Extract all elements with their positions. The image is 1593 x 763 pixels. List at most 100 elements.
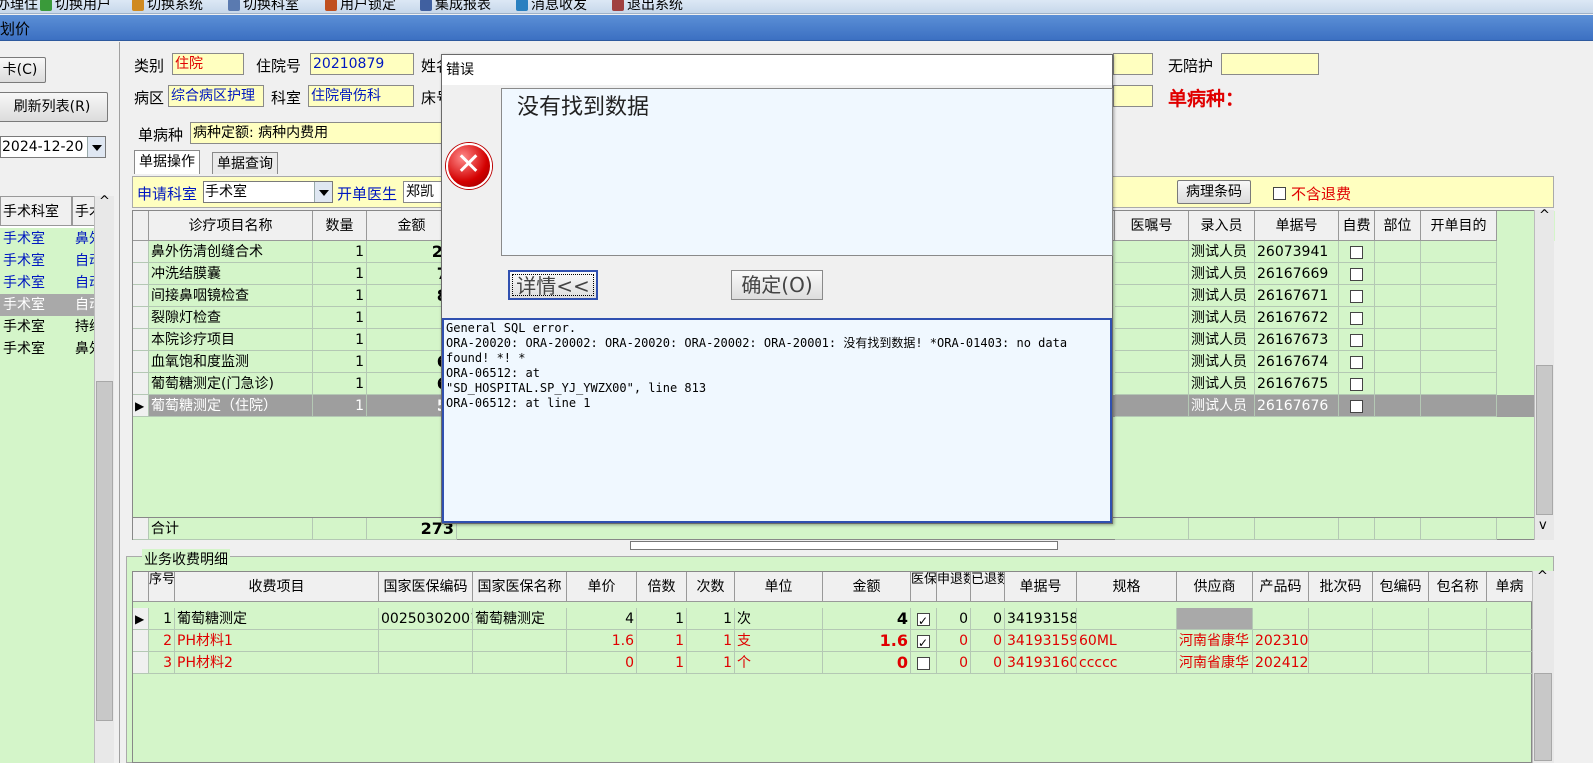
no-escort-field[interactable] [1221,53,1319,75]
type-field[interactable]: 住院 [172,53,244,75]
apply-dept-select[interactable]: 手术室 [203,181,333,203]
col-multiplier[interactable]: 倍数 [637,572,687,602]
col-supplier[interactable]: 供应商 [1177,572,1253,602]
col-refunded[interactable]: 已退数 [971,572,1005,602]
menu-item-lock[interactable]: 用户锁定 [325,0,396,13]
chevron-down-icon[interactable] [87,137,105,157]
list-item[interactable]: 手术室鼻外 [0,338,100,360]
col-entry-clerk[interactable]: 录入员 [1189,211,1255,241]
col-purpose[interactable]: 开单目的 [1421,211,1497,241]
col-refund-requested[interactable]: 申退数 [937,572,971,602]
menu-item-exit[interactable]: 退出系统 [612,0,683,13]
card-button[interactable]: 卡(C) [0,57,46,83]
list-item[interactable]: 手术室鼻外 [0,228,100,250]
left-list-header-dept[interactable]: 手术科室 [0,196,72,226]
upper-grid-scrollbar[interactable] [1534,208,1555,540]
col-nhsa-code[interactable]: 国家医保编码 [379,572,473,602]
self-pay-checkbox[interactable] [1350,311,1363,325]
error-dialog: 错误 没有找到数据 详情<< 确定(O) General SQL error. … [441,54,1113,524]
hidden-field-b[interactable] [1113,85,1153,107]
left-list-scrollbar[interactable] [94,194,115,763]
error-icon [446,143,492,189]
col-unit[interactable]: 单位 [735,572,823,602]
self-pay-checkbox[interactable] [1350,399,1363,413]
exit-icon [612,0,624,11]
col-qty[interactable]: 数量 [313,211,367,241]
col-fee-doc-no[interactable]: 单据号 [1005,572,1077,602]
insured-checkbox[interactable] [917,656,930,670]
col-fee-item[interactable]: 收费项目 [175,572,379,602]
menu-item-switch-user[interactable]: 切换用户 [40,0,111,13]
insured-checkbox[interactable] [917,610,930,629]
left-list: 手术科室 手术 手术室鼻外 手术室自动 手术室自动 手术室自动 手术室持续 手术… [0,196,100,763]
window-title: 划价 [0,20,31,38]
scroll-up-icon[interactable] [95,194,115,214]
col-seq[interactable]: 序号 [149,572,175,602]
col-fee-amount[interactable]: 金额 [823,572,911,602]
table-row[interactable]: 3 PH材料2 0 1 1 个 0 0 0 34193160 ccccc 河南省… [133,652,1533,674]
col-spec[interactable]: 规格 [1077,572,1177,602]
splitter-handle[interactable] [630,541,1058,550]
col-item-name[interactable]: 诊疗项目名称 [149,211,313,241]
doctor-field[interactable]: 郑凯 [403,181,443,203]
tab-document-query[interactable]: 单据查询 [212,152,278,174]
list-item[interactable]: 手术室持续 [0,316,100,338]
col-unit-price[interactable]: 单价 [567,572,637,602]
details-button[interactable]: 详情<< [508,270,598,300]
list-item[interactable]: 手术室自动 [0,294,100,316]
error-message: 没有找到数据 [501,88,1113,256]
menu-item-switch-system[interactable]: 切换系统 [132,0,203,13]
menu-item-switch-dept[interactable]: 切换科室 [228,0,299,13]
col-times[interactable]: 次数 [687,572,735,602]
self-pay-checkbox[interactable] [1350,355,1363,369]
col-body-part[interactable]: 部位 [1375,211,1421,241]
col-single-disease[interactable]: 单病 [1487,572,1533,602]
refresh-list-button[interactable]: 刷新列表(R) [0,92,108,122]
col-insured[interactable]: 医保 [911,572,937,602]
hidden-field-a[interactable] [1113,53,1153,75]
lower-grid-scrollbar[interactable] [1532,569,1554,763]
self-pay-checkbox[interactable] [1350,267,1363,281]
single-disease-field[interactable]: 病种定额: 病种内费用 [190,122,444,144]
fee-detail-title: 业务收费明细 [142,549,230,569]
self-pay-checkbox[interactable] [1350,333,1363,347]
col-product-code[interactable]: 产品码 [1253,572,1309,602]
ward-field[interactable]: 综合病区护理 [168,85,264,107]
scroll-up-icon[interactable] [1533,569,1553,589]
col-self-pay[interactable]: 自费 [1339,211,1375,241]
list-item[interactable]: 手术室自动 [0,250,100,272]
col-order-no[interactable]: 医嘱号 [1115,211,1189,241]
no-refund-checkbox[interactable] [1273,187,1286,200]
scroll-up-icon[interactable] [1535,208,1555,228]
scroll-thumb[interactable] [96,381,113,721]
dept-field[interactable]: 住院骨伤科 [308,85,414,107]
col-batch-code[interactable]: 批次码 [1309,572,1373,602]
col-pack-name[interactable]: 包名称 [1429,572,1487,602]
col-doc-no[interactable]: 单据号 [1255,211,1339,241]
scroll-down-icon[interactable] [1535,518,1555,538]
tab-document-operation[interactable]: 单据操作 [134,150,200,174]
chevron-down-icon[interactable] [314,182,332,202]
inpatient-no-label: 住院号 [256,57,302,75]
scroll-thumb[interactable] [1534,673,1552,761]
table-row[interactable]: ▶ 1 葡萄糖测定 00250302001 葡萄糖测定 4 1 1 次 4 0 … [133,608,1533,630]
menu-item-report[interactable]: 集成报表 [420,0,491,13]
list-item[interactable]: 手术室自动 [0,272,100,294]
date-picker[interactable]: 2024-12-20 [0,136,106,158]
table-row[interactable]: 2 PH材料1 1.6 1 1 支 1.6 0 0 34193159 60ML … [133,630,1533,652]
menu-item-ward[interactable]: 办理住 [0,0,38,13]
pathology-barcode-button[interactable]: 病理条码 [1177,180,1251,204]
col-nhsa-name[interactable]: 国家医保名称 [473,572,567,602]
col-pack-code[interactable]: 包编码 [1373,572,1429,602]
self-pay-checkbox[interactable] [1350,289,1363,303]
self-pay-checkbox[interactable] [1350,377,1363,391]
menu-item-message[interactable]: 消息收发 [516,0,587,13]
dept-label: 科室 [271,89,302,107]
self-pay-checkbox[interactable] [1350,245,1363,259]
insured-checkbox[interactable] [917,632,930,651]
type-label: 类别 [134,57,165,75]
scroll-thumb[interactable] [1536,365,1553,515]
ward-label: 病区 [134,89,165,107]
ok-button[interactable]: 确定(O) [731,270,823,300]
inpatient-no-field[interactable]: 20210879 [310,53,414,75]
